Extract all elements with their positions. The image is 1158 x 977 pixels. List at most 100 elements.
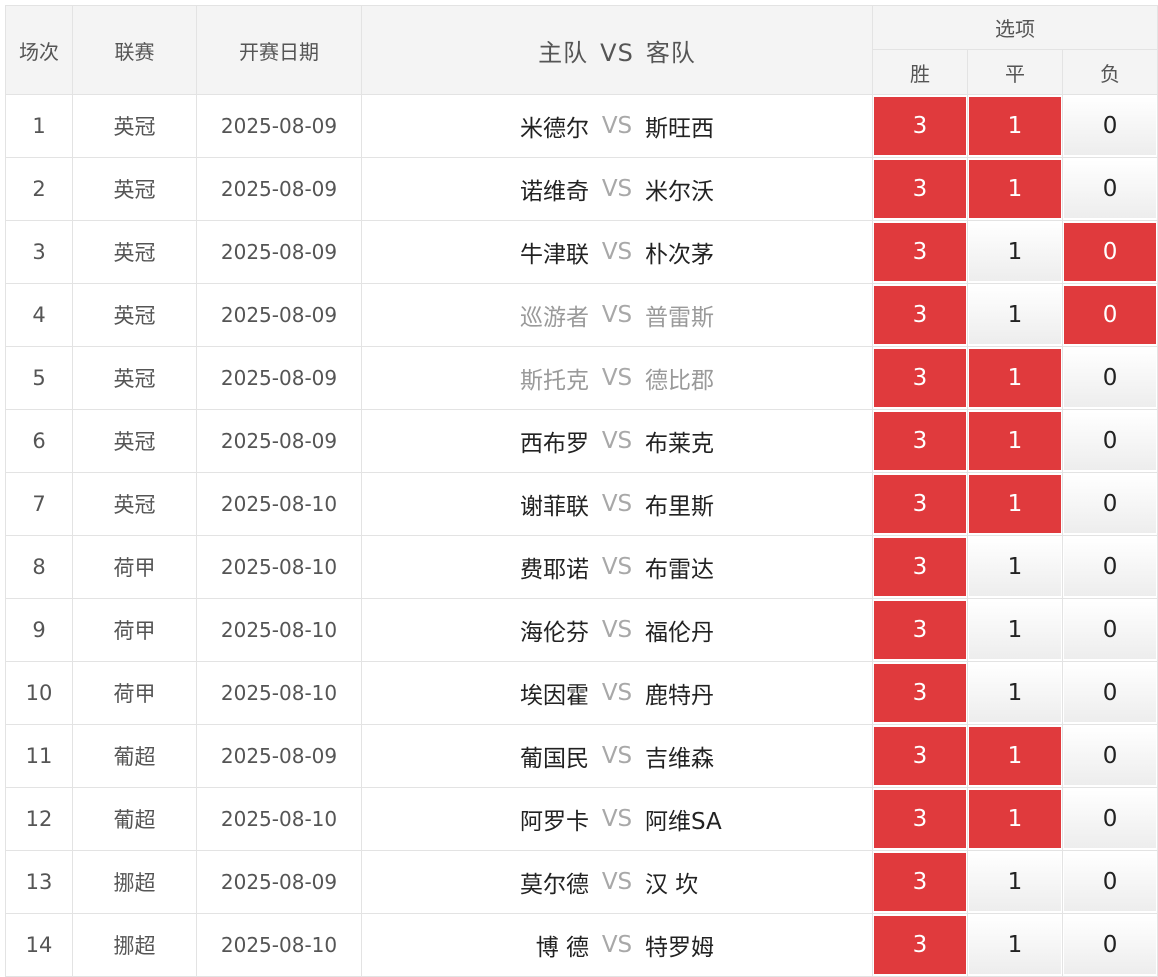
home-team: 斯托克 (520, 368, 589, 394)
header-match: 主队 VS 客队 (361, 5, 873, 95)
option-draw-button[interactable]: 1 (969, 223, 1061, 281)
option-lose-button[interactable]: 0 (1064, 412, 1157, 470)
option-win-button[interactable]: 3 (874, 916, 966, 974)
match-date: 2025-08-10 (196, 598, 362, 662)
option-draw-button[interactable]: 1 (969, 412, 1061, 470)
table-row: 13 挪超 2025-08-09 莫尔德 VS 汉 坎 310 (5, 850, 1158, 914)
option-draw-button[interactable]: 1 (969, 349, 1061, 407)
match-date: 2025-08-09 (196, 346, 362, 410)
table-row: 3 英冠 2025-08-09 牛津联 VS 朴次茅 3 1 0 (5, 220, 1158, 284)
league-name: 英冠 (72, 409, 197, 473)
option-win-button[interactable]: 3 (874, 538, 966, 596)
table-row: 5 英冠 2025-08-09 斯托克 VS 德比郡 3 1 0 (5, 346, 1158, 410)
option-draw-button[interactable]: 1 (969, 160, 1061, 218)
match-teams: 斯托克 VS 德比郡 (361, 346, 873, 410)
match-index: 10 (5, 661, 73, 725)
match-date: 2025-08-09 (196, 94, 362, 158)
home-team: 巡游者 (520, 305, 589, 331)
option-win-button[interactable]: 3 (874, 97, 966, 155)
away-team: 德比郡 (645, 368, 714, 394)
home-team: 博 德 (535, 935, 589, 961)
option-lose-button[interactable]: 0 (1064, 601, 1157, 659)
match-index: 8 (5, 535, 73, 599)
match-index: 13 (5, 850, 73, 914)
match-teams: 莫尔德 VS 汉 坎 (361, 850, 873, 914)
option-lose-button[interactable]: 0 (1064, 160, 1157, 218)
option-draw-button[interactable]: 1 (969, 790, 1061, 848)
option-lose-button[interactable]: 0 (1064, 97, 1157, 155)
away-team: 普雷斯 (645, 305, 714, 331)
league-name: 英冠 (72, 346, 197, 410)
match-date: 2025-08-09 (196, 220, 362, 284)
option-win-button[interactable]: 3 (874, 412, 966, 470)
option-lose-button[interactable]: 0 (1064, 916, 1157, 974)
away-team: 布里斯 (645, 494, 714, 520)
league-name: 英冠 (72, 94, 197, 158)
home-team: 米德尔 (520, 116, 589, 142)
option-lose-button[interactable]: 0 (1064, 286, 1157, 344)
home-team: 费耶诺 (520, 557, 589, 583)
option-draw-button[interactable]: 1 (969, 97, 1061, 155)
option-lose-button[interactable]: 0 (1064, 853, 1157, 911)
vs-label: VS (601, 113, 633, 139)
option-lose-button[interactable]: 0 (1064, 664, 1157, 722)
home-team: 阿罗卡 (520, 809, 589, 835)
vs-label: VS (601, 932, 633, 958)
option-lose-button[interactable]: 0 (1064, 790, 1157, 848)
option-win-button[interactable]: 3 (874, 727, 966, 785)
option-win-button[interactable]: 3 (874, 349, 966, 407)
away-team: 吉维森 (645, 746, 714, 772)
option-lose-button[interactable]: 0 (1064, 538, 1157, 596)
option-win-button[interactable]: 3 (874, 475, 966, 533)
match-teams: 巡游者 VS 普雷斯 (361, 283, 873, 347)
home-team: 莫尔德 (520, 872, 589, 898)
option-win-button[interactable]: 3 (874, 601, 966, 659)
match-index: 11 (5, 724, 73, 788)
away-team: 布莱克 (645, 431, 714, 457)
option-draw-button[interactable]: 1 (969, 475, 1061, 533)
home-team: 西布罗 (520, 431, 589, 457)
option-lose-button[interactable]: 0 (1064, 223, 1157, 281)
option-draw-button[interactable]: 1 (969, 664, 1061, 722)
match-date: 2025-08-10 (196, 661, 362, 725)
match-index: 12 (5, 787, 73, 851)
vs-label: VS (601, 365, 633, 391)
league-name: 英冠 (72, 157, 197, 221)
option-lose-button[interactable]: 0 (1064, 727, 1157, 785)
match-date: 2025-08-10 (196, 787, 362, 851)
league-name: 挪超 (72, 913, 197, 977)
option-win-button[interactable]: 3 (874, 853, 966, 911)
option-win-button[interactable]: 3 (874, 664, 966, 722)
match-date: 2025-08-09 (196, 724, 362, 788)
match-index: 2 (5, 157, 73, 221)
option-win-button[interactable]: 3 (874, 160, 966, 218)
option-draw-button[interactable]: 1 (969, 727, 1061, 785)
away-team: 米尔沃 (645, 179, 714, 205)
match-teams: 诺维奇 VS 米尔沃 (361, 157, 873, 221)
option-win-button[interactable]: 3 (874, 286, 966, 344)
header-options: 选项 (871, 5, 1158, 50)
match-table: 场次 联赛 开赛日期 主队 VS 客队 选项 胜 平 负 1 英冠 2025-08-09… (5, 5, 1158, 977)
option-draw-button[interactable]: 1 (969, 538, 1061, 596)
vs-label: VS (601, 554, 633, 580)
option-draw-button[interactable]: 1 (969, 853, 1061, 911)
option-lose-button[interactable]: 0 (1064, 349, 1157, 407)
table-row: 4 英冠 2025-08-09 巡游者 VS 普雷斯 3 1 0 (5, 283, 1158, 347)
league-name: 荷甲 (72, 535, 197, 599)
vs-label: VS (601, 239, 633, 265)
match-teams: 阿罗卡 VS 阿维SA (361, 787, 873, 851)
option-draw-button[interactable]: 1 (969, 601, 1061, 659)
option-win-button[interactable]: 3 (874, 223, 966, 281)
option-draw-button[interactable]: 1 (969, 286, 1061, 344)
option-lose-button[interactable]: 0 (1064, 475, 1157, 533)
match-teams: 西布罗 VS 布莱克 (361, 409, 873, 473)
home-team: 葡国民 (520, 746, 589, 772)
vs-label: VS (601, 176, 633, 202)
option-win-button[interactable]: 3 (874, 790, 966, 848)
table-header: 场次 联赛 开赛日期 主队 VS 客队 选项 胜 平 负 (5, 5, 1158, 95)
home-team: 谢菲联 (520, 494, 589, 520)
league-name: 英冠 (72, 472, 197, 536)
match-date: 2025-08-09 (196, 850, 362, 914)
option-draw-button[interactable]: 1 (969, 916, 1061, 974)
match-teams: 葡国民 VS 吉维森 (361, 724, 873, 788)
